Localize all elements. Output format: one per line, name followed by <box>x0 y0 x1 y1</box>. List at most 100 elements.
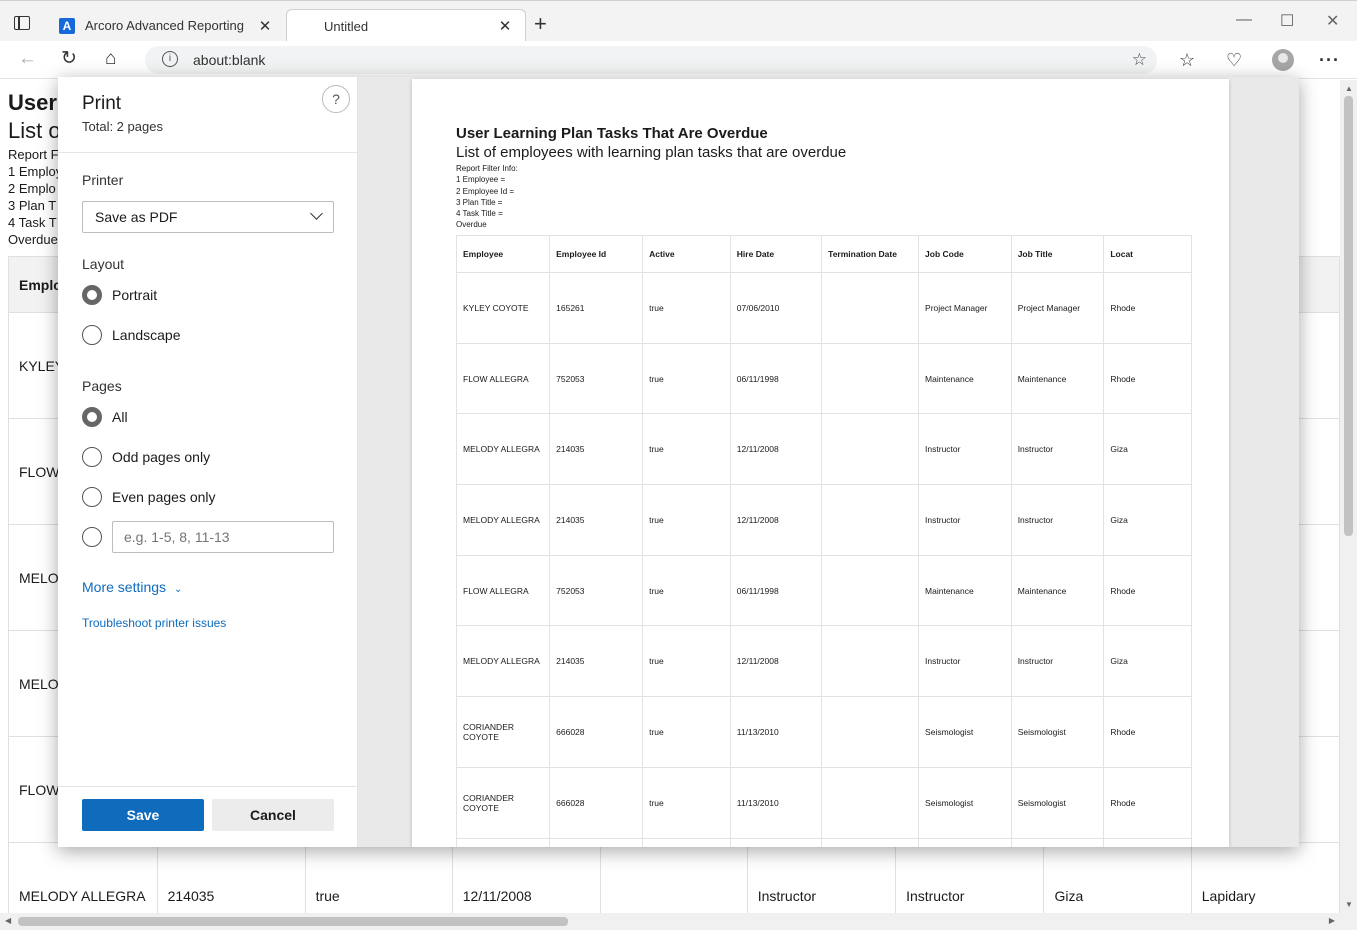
preview-subtitle: List of employees with learning plan tas… <box>456 144 847 161</box>
layout-portrait-option[interactable]: Portrait <box>82 285 157 305</box>
column-header[interactable]: Termination Date <box>821 235 920 273</box>
filter-line: Overdue <box>456 220 487 230</box>
scroll-thumb[interactable] <box>1344 96 1353 536</box>
window-close-icon[interactable]: ✕ <box>1326 11 1339 31</box>
filter-info: Report Fi 1 Employ 2 Emplo 3 Plan T 4 Ta… <box>8 146 62 248</box>
reload-icon[interactable]: ↻ <box>61 49 77 69</box>
table-cell: true <box>642 413 731 486</box>
pages-label: Pages <box>82 378 122 394</box>
column-header[interactable]: Employee <box>456 235 551 273</box>
table-cell: Seismologist <box>1010 766 1105 839</box>
column-header[interactable]: Employee Id <box>549 235 644 273</box>
column-header[interactable]: Active <box>642 235 731 273</box>
table-cell: Instructor <box>1010 413 1105 486</box>
radio-checked-icon[interactable] <box>82 407 102 427</box>
radio-checked-icon[interactable] <box>82 285 102 305</box>
filter-line: 4 Task Title = <box>456 209 503 219</box>
close-tab-icon[interactable]: ✕ <box>497 17 513 35</box>
table-cell: true <box>642 554 731 627</box>
tab-actions-icon[interactable] <box>14 16 30 30</box>
table-cell: Instructor <box>1010 484 1105 556</box>
address-url[interactable]: about:blank <box>193 52 265 68</box>
help-icon[interactable]: ? <box>322 85 350 113</box>
table-cell: 214035 <box>549 413 644 486</box>
table-cell: Rhode <box>1103 696 1192 768</box>
tab-untitled[interactable]: Untitled ✕ <box>286 9 526 42</box>
printer-select[interactable]: Save as PDF <box>82 201 334 233</box>
page-vertical-scrollbar[interactable]: ▲ ▼ <box>1340 80 1357 913</box>
table-cell: Giza <box>1103 413 1192 486</box>
page-total: Total: 2 pages <box>82 119 163 134</box>
pages-odd-option[interactable]: Odd pages only <box>82 447 210 467</box>
column-header[interactable]: Hire Date <box>729 235 823 273</box>
table-cell: Instructor <box>1010 625 1105 698</box>
table-row: FLOW ALLEGRA 752053 true 06/11/1998 Maintena… <box>456 342 1192 415</box>
close-tab-icon[interactable]: ✕ <box>257 17 273 35</box>
table-cell: Rhode <box>1103 272 1192 344</box>
column-header[interactable]: Job Code <box>918 235 1012 273</box>
table-cell: Rhode <box>1103 554 1192 627</box>
favorites-icon[interactable]: ☆ <box>1179 50 1195 71</box>
home-icon[interactable]: ⌂ <box>105 49 116 69</box>
table-cell: 752053 <box>549 342 644 415</box>
browser-essentials-icon[interactable]: ♡ <box>1226 50 1242 71</box>
layout-label: Layout <box>82 256 125 272</box>
save-button[interactable]: Save <box>82 799 204 831</box>
table-cell: Giza <box>1103 625 1192 698</box>
table-cell: Instructor <box>918 625 1012 698</box>
table-cell: MELODY ALLEGRA <box>456 625 551 698</box>
table-cell: Maintenance <box>1010 342 1105 415</box>
pages-all-option[interactable]: All <box>82 407 128 427</box>
more-menu-icon[interactable]: ··· <box>1319 50 1340 71</box>
table-cell <box>1103 837 1192 847</box>
filter-line: 1 Employee = <box>456 175 506 185</box>
table-cell: true <box>642 484 731 556</box>
page-range-input[interactable] <box>112 521 334 553</box>
table-cell: 11/13/2010 <box>729 766 823 839</box>
scroll-right-icon[interactable]: ▶ <box>1329 916 1335 925</box>
table-cell: 12/11/2008 <box>729 625 823 698</box>
pages-even-option[interactable]: Even pages only <box>82 487 216 507</box>
table-row: CORIANDER COYOTE 666028 true 11/13/2010 Seis… <box>456 766 1192 839</box>
scroll-left-icon[interactable]: ◀ <box>5 916 11 925</box>
layout-landscape-option[interactable]: Landscape <box>82 325 181 345</box>
minimize-icon[interactable]: — <box>1236 11 1252 29</box>
pages-custom-option[interactable] <box>82 527 112 547</box>
more-settings-link[interactable]: More settings ⌄ <box>82 579 182 595</box>
maximize-icon[interactable]: ☐ <box>1280 11 1294 31</box>
table-cell <box>642 837 731 847</box>
troubleshoot-link[interactable]: Troubleshoot printer issues <box>82 616 226 630</box>
page-horizontal-scrollbar[interactable]: ◀ ▶ <box>0 913 1340 930</box>
new-tab-icon[interactable]: + <box>534 13 547 35</box>
table-cell: MELODY ALLEGRA <box>456 413 551 486</box>
printer-value: Save as PDF <box>95 209 178 225</box>
profile-avatar-icon[interactable] <box>1272 49 1294 71</box>
table-row: CORIANDER COYOTE 666028 true 11/13/2010 Seis… <box>456 696 1192 768</box>
table-cell: Lapidary <box>1190 842 1340 913</box>
column-header[interactable]: Locat <box>1103 235 1192 273</box>
add-favorite-icon[interactable]: ☆ <box>1132 50 1147 70</box>
radio-unchecked-icon[interactable] <box>82 447 102 467</box>
chevron-down-icon <box>310 207 323 220</box>
radio-unchecked-icon[interactable] <box>82 527 102 547</box>
table-cell: Seismologist <box>918 696 1012 768</box>
page-subtitle: List o <box>8 118 61 143</box>
browser-toolbar: ← ↻ ⌂ i about:blank ☆ ☆ ♡ ··· <box>0 41 1357 79</box>
column-header[interactable]: Job Title <box>1010 235 1105 273</box>
option-label: All <box>112 409 128 425</box>
scroll-down-icon[interactable]: ▼ <box>1345 900 1353 909</box>
table-cell: Seismologist <box>918 766 1012 839</box>
table-cell: 214035 <box>549 625 644 698</box>
info-icon[interactable]: i <box>162 51 178 67</box>
table-cell <box>549 837 644 847</box>
address-bar[interactable]: i about:blank ☆ <box>145 46 1157 74</box>
scroll-corner <box>1340 913 1357 930</box>
radio-unchecked-icon[interactable] <box>82 325 102 345</box>
back-icon[interactable]: ← <box>18 49 37 69</box>
tab-arcoro[interactable]: A Arcoro Advanced Reporting ✕ <box>47 9 285 42</box>
cancel-button[interactable]: Cancel <box>212 799 334 831</box>
scroll-thumb[interactable] <box>18 917 568 926</box>
scroll-up-icon[interactable]: ▲ <box>1345 84 1353 93</box>
table-row <box>456 837 1192 847</box>
radio-unchecked-icon[interactable] <box>82 487 102 507</box>
